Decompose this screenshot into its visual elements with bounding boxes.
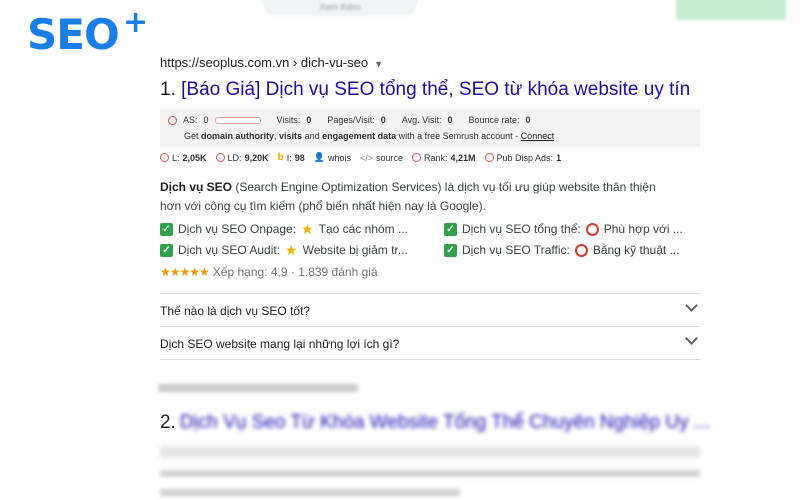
faq-item[interactable]: Thế nào là dịch vụ SEO tốt? — [160, 293, 700, 327]
person-icon: 👤 — [313, 152, 325, 162]
faq-question: Thế nào là dịch vụ SEO tốt? — [160, 304, 311, 318]
result-description: Dịch vụ SEO (Search Engine Optimization … — [160, 180, 656, 213]
result-number: 1. — [160, 79, 176, 100]
blurred-description-line — [160, 470, 700, 477]
star-icon: ★ — [301, 221, 314, 237]
circle-icon — [484, 153, 494, 162]
faq-item[interactable]: Dịch SEO website mang lại những lợi ích … — [160, 326, 700, 360]
rating-stars-icon: ★★★★★ — [160, 265, 210, 279]
i-value[interactable]: 98 — [295, 153, 305, 163]
circle-icon — [412, 153, 421, 162]
feature-item: ✓ Dịch vụ SEO tổng thể: Phù hợp với ... — [444, 222, 683, 236]
circle-icon — [160, 153, 169, 162]
feature-value: Website bị giảm tr... — [302, 243, 408, 257]
result-title[interactable]: 2. Dịch Vụ Seo Từ Khóa Website Tổng Thể C… — [160, 412, 710, 434]
whois-link[interactable]: whois — [328, 153, 351, 163]
bounce-label: Bounce rate: — [468, 115, 520, 125]
rank-value[interactable]: 4,21M — [451, 153, 476, 163]
connect-link[interactable]: Connect — [521, 131, 555, 141]
blurred-url[interactable] — [158, 384, 358, 392]
seoplus-logo[interactable]: SEO + — [27, 8, 148, 56]
circle-icon — [168, 115, 177, 125]
rating-text: Xếp hạng: 4,9 · 1.839 đánh giá — [212, 265, 378, 279]
chevron-down-icon[interactable] — [685, 299, 698, 312]
semrush-panel: AS: 0 Visits: 0 Pages/Visit: 0 Avg. Visit: 0… — [160, 109, 700, 147]
check-icon: ✓ — [160, 222, 173, 236]
feature-label: Dịch vụ SEO Onpage: — [178, 222, 297, 236]
feature-item: ✓ Dịch vụ SEO Onpage: ★ Tạo các nhóm ... — [160, 222, 408, 236]
visits-value: 0 — [306, 115, 312, 125]
faq-divider — [160, 359, 700, 360]
result-number: 2. — [160, 412, 176, 433]
pub-value[interactable]: 1 — [556, 153, 561, 163]
dropdown-arrow-icon[interactable]: ▼ — [374, 59, 383, 69]
feature-item: ✓ Dịch vụ SEO Traffic: Bằng kỹ thuật ... — [444, 243, 680, 257]
check-icon: ✓ — [160, 243, 173, 257]
source-link[interactable]: source — [376, 153, 403, 163]
logo-plus: + — [123, 5, 148, 40]
avg-label: Avg. Visit: — [401, 115, 442, 125]
ring-icon — [585, 222, 599, 236]
result-title[interactable]: 1. [Báo Giá] Dịch vụ SEO tổng thể, SEO t… — [160, 79, 700, 101]
pages-label: Pages/Visit: — [327, 115, 375, 125]
logo-text: SEO — [27, 10, 120, 59]
result-title-link[interactable]: Dịch Vụ Seo Từ Khóa Website Tổng Thể Chu… — [180, 412, 710, 433]
seo-metrics-bar: L: 2,05K LD: 9,20K b I: 98 👤 whois </> source … — [160, 152, 700, 163]
pages-value: 0 — [380, 115, 386, 125]
circle-icon — [215, 153, 225, 162]
ring-icon — [574, 243, 588, 257]
rating-row: ★★★★★ Xếp hạng: 4,9 · 1.839 đánh giá — [160, 265, 700, 279]
chevron-down-icon[interactable] — [685, 332, 698, 345]
feature-label: Dịch vụ SEO Traffic: — [462, 243, 570, 257]
visits-label: Visits: — [276, 115, 301, 125]
top-right-button[interactable] — [676, 0, 786, 20]
feature-label: Dịch vụ SEO tổng thể: — [462, 222, 581, 236]
ld-value[interactable]: 9,20K — [245, 153, 269, 163]
blurred-metrics — [160, 446, 700, 458]
code-icon: </> — [359, 152, 373, 163]
faq-question: Dịch SEO website mang lại những lợi ích … — [160, 337, 400, 351]
feature-label: Dịch vụ SEO Audit: — [178, 243, 281, 257]
bounce-value: 0 — [525, 115, 531, 125]
pill-label: Xem thêm — [319, 2, 361, 12]
feature-item: ✓ Dịch vụ SEO Audit: ★ Website bị giảm t… — [160, 243, 408, 257]
more-results-pill[interactable]: Xem thêm — [262, 0, 418, 16]
l-value[interactable]: 2,05K — [183, 153, 207, 163]
result-title-link[interactable]: [Báo Giá] Dịch vụ SEO tổng thể, SEO từ k… — [181, 79, 690, 100]
as-label: AS: — [183, 115, 198, 125]
authority-bar — [214, 116, 261, 124]
feature-value: Bằng kỹ thuật ... — [592, 243, 680, 257]
star-icon: ★ — [285, 242, 298, 258]
as-value: 0 — [203, 115, 209, 125]
check-icon: ✓ — [444, 243, 457, 257]
check-icon: ✓ — [444, 222, 457, 236]
semrush-promo: Get domain authority, visits and engagem… — [184, 131, 555, 141]
bing-icon: b — [277, 152, 284, 163]
result-url[interactable]: https://seoplus.com.vn › dich-vu-seo ▼ — [160, 55, 700, 70]
feature-value: Tạo các nhóm ... — [318, 222, 408, 236]
blurred-description-line — [160, 489, 460, 496]
url-text: https://seoplus.com.vn › dich-vu-seo — [160, 55, 369, 70]
avg-value: 0 — [447, 115, 453, 125]
feature-value: Phù hợp với ... — [603, 222, 683, 236]
